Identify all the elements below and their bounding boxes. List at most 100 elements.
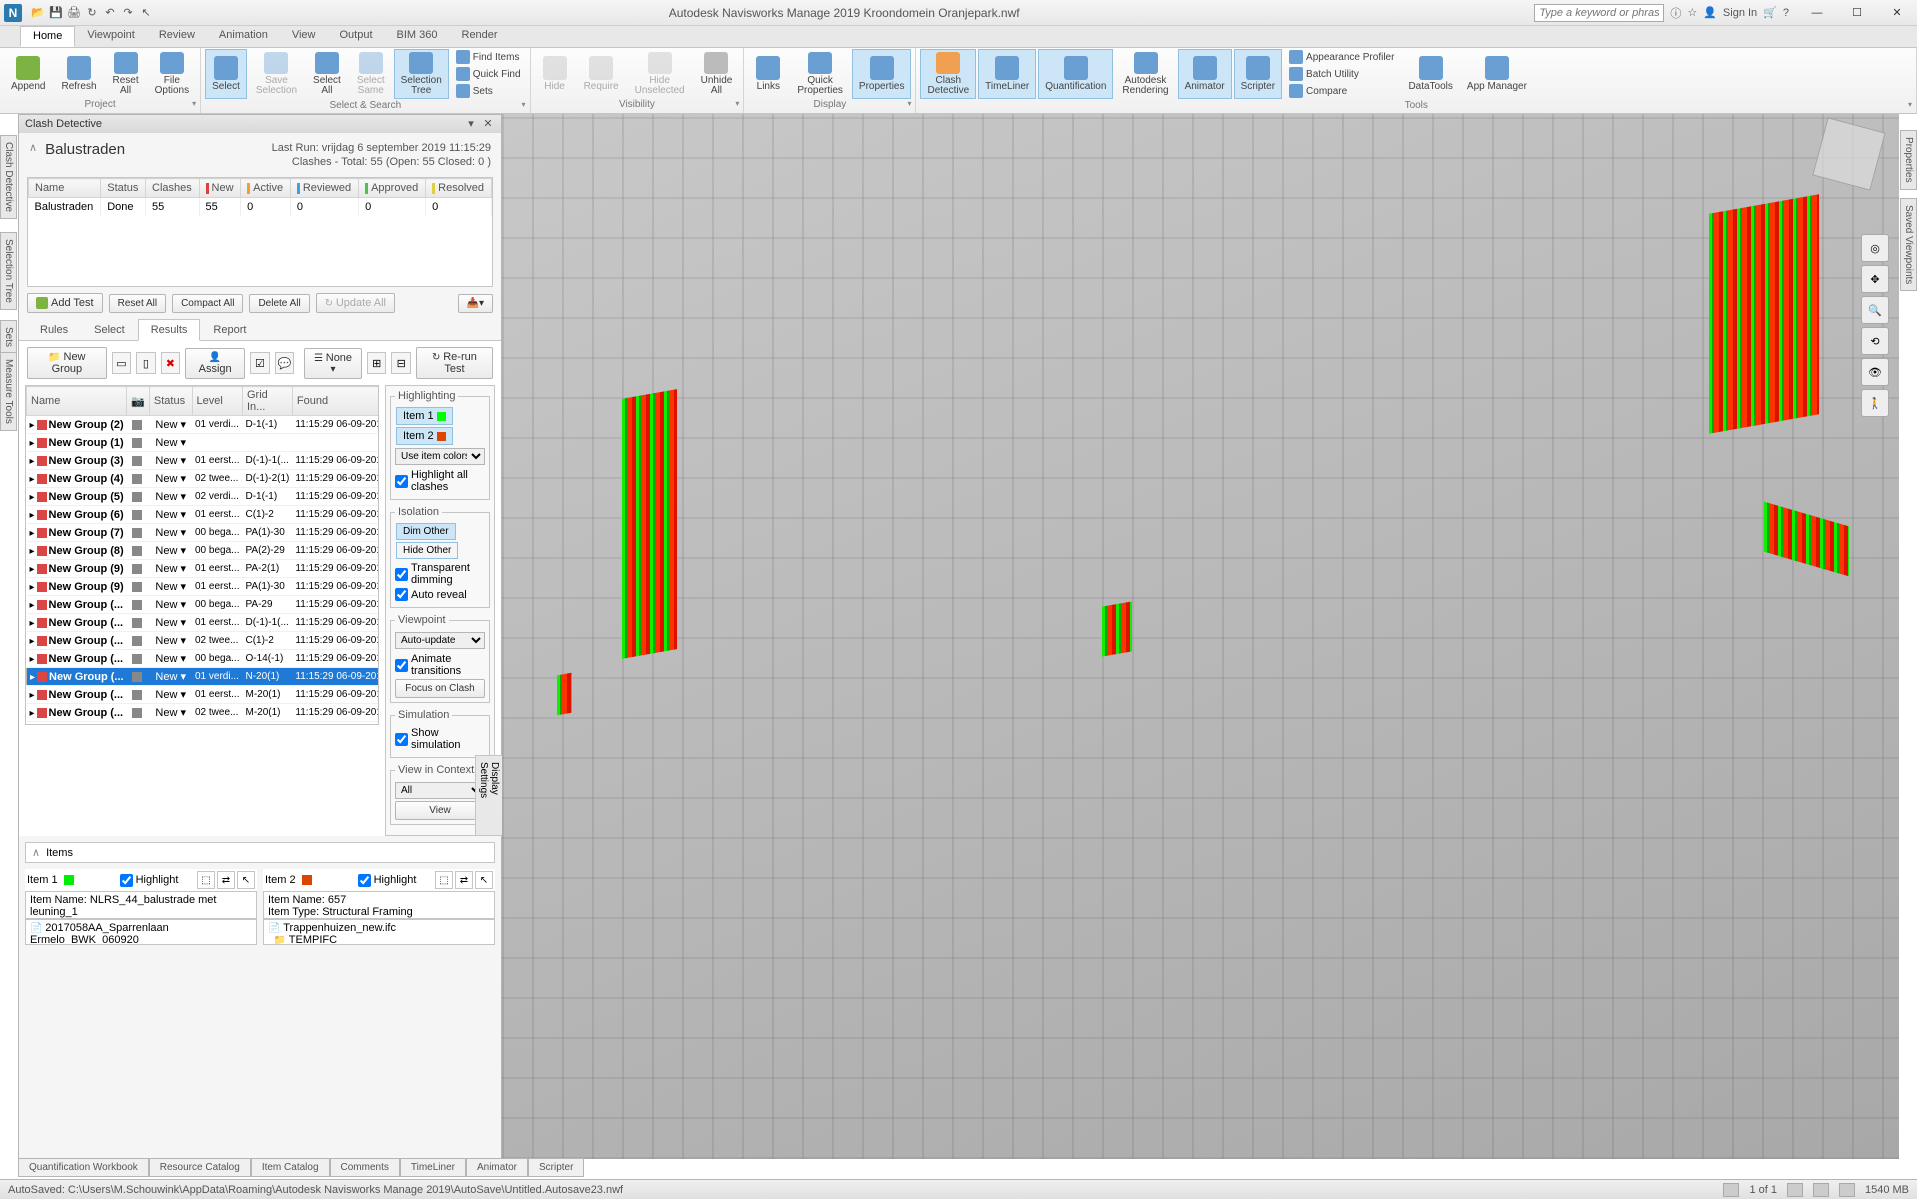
bottom-tab-resource-catalog[interactable]: Resource Catalog: [149, 1158, 251, 1177]
items-header-bar[interactable]: ∧Items: [25, 842, 495, 863]
result-row[interactable]: ▸New Group (1)New ▾: [27, 434, 380, 452]
subtab-rules[interactable]: Rules: [27, 319, 81, 340]
ribbon-unhide-all-button[interactable]: Unhide All: [694, 49, 740, 99]
side-tab-measure-tools[interactable]: Measure Tools: [0, 352, 17, 431]
panel-options-icon[interactable]: ▾: [464, 117, 478, 131]
ribbon-hide-button[interactable]: Hide: [535, 49, 575, 99]
filter-icon[interactable]: ☑: [250, 352, 269, 374]
help-icon[interactable]: ?: [1783, 7, 1789, 19]
result-row[interactable]: ▸New Group (4)New ▾02 twee...D(-1)-2(1)1…: [27, 470, 380, 488]
bottom-tab-item-catalog[interactable]: Item Catalog: [251, 1158, 330, 1177]
ribbon-compare[interactable]: Compare: [1286, 83, 1397, 99]
subtab-report[interactable]: Report: [200, 319, 259, 340]
ribbon-batch-utility[interactable]: Batch Utility: [1286, 66, 1397, 82]
result-row[interactable]: ▸New Group (2)New ▾01 verdi...D-1(-1)11:…: [27, 416, 380, 434]
item2-tree[interactable]: 📄 Trappenhuizen_new.ifc 📁 TEMPIFC: [263, 919, 495, 945]
i1-t1[interactable]: ⬚: [197, 871, 215, 889]
redo-icon[interactable]: ↷: [120, 5, 136, 21]
close-button[interactable]: ✕: [1877, 1, 1917, 25]
result-row[interactable]: ▸New Group (...New ▾02 twee...M-20(1)11:…: [27, 704, 380, 722]
ribbon-scripter-button[interactable]: Scripter: [1234, 49, 1282, 99]
minimize-button[interactable]: —: [1797, 1, 1837, 25]
result-row[interactable]: ▸New Group (...New ▾01 verdi...N-20(1)11…: [27, 668, 380, 686]
ribbon-tab-render[interactable]: Render: [450, 26, 510, 47]
ribbon-select-button[interactable]: Select: [205, 49, 247, 99]
result-row[interactable]: ▸New Group (...New ▾00 bega...O-14(-1)11…: [27, 650, 380, 668]
steering-wheel-icon[interactable]: ◎: [1861, 234, 1889, 262]
memory-icon[interactable]: [1839, 1183, 1855, 1197]
ribbon-select-all-button[interactable]: Select All: [306, 49, 348, 99]
ribbon-animator-button[interactable]: Animator: [1178, 49, 1232, 99]
ribbon-quick-find[interactable]: Quick Find: [453, 66, 524, 82]
maximize-button[interactable]: ☐: [1837, 1, 1877, 25]
transparent-dimming-checkbox[interactable]: [395, 568, 408, 581]
result-row[interactable]: ▸New Group (...New ▾02 twee...C(1)-211:1…: [27, 632, 380, 650]
compact-all-button[interactable]: Compact All: [172, 294, 243, 313]
ribbon-find-items[interactable]: Find Items: [453, 49, 524, 65]
result-row[interactable]: ▸New Group (...New ▾01 eerst...G-1411:15…: [27, 722, 380, 726]
animate-transitions-checkbox[interactable]: [395, 659, 408, 672]
ribbon-refresh-button[interactable]: Refresh: [54, 49, 103, 99]
item1-tree[interactable]: 📄 2017058AA_Sparrenlaan Ermelo_BWK_06092…: [25, 919, 257, 945]
side-tab-selection-tree[interactable]: Selection Tree: [0, 232, 17, 310]
ribbon-autodesk-rendering-button[interactable]: Autodesk Rendering: [1115, 49, 1175, 99]
side-tab-properties[interactable]: Properties: [1900, 130, 1917, 190]
info-icon[interactable]: ⓘ: [1670, 5, 1681, 21]
orbit-icon[interactable]: ⟲: [1861, 327, 1889, 355]
dim-other-button[interactable]: Dim Other: [396, 523, 456, 540]
focus-on-clash-button[interactable]: Focus on Clash: [395, 679, 485, 698]
i2-t2[interactable]: ⇄: [455, 871, 473, 889]
i2-t3[interactable]: ↖: [475, 871, 493, 889]
ribbon-app-manager-button[interactable]: App Manager: [1460, 49, 1534, 99]
add-test-button[interactable]: Add Test: [27, 293, 103, 313]
result-row[interactable]: ▸New Group (7)New ▾00 bega...PA(1)-3011:…: [27, 524, 380, 542]
new-group-button[interactable]: 📁 New Group: [27, 347, 107, 379]
result-row[interactable]: ▸New Group (...New ▾01 eerst...D(-1)-1(.…: [27, 614, 380, 632]
cart-icon[interactable]: 🛒: [1763, 6, 1777, 19]
auto-reveal-checkbox[interactable]: [395, 588, 408, 601]
viewpoint-mode-select[interactable]: Auto-update: [395, 632, 485, 649]
open-icon[interactable]: 📂: [30, 5, 46, 21]
panel-close-icon[interactable]: ✕: [481, 117, 495, 131]
delete-all-button[interactable]: Delete All: [249, 294, 309, 313]
subtab-results[interactable]: Results: [138, 319, 201, 341]
rerun-test-button[interactable]: ↻ Re-run Test: [416, 347, 493, 379]
use-item-colors-select[interactable]: Use item colors: [395, 448, 485, 465]
result-row[interactable]: ▸New Group (...New ▾00 bega...PA-2911:15…: [27, 596, 380, 614]
ribbon-tab-review[interactable]: Review: [147, 26, 207, 47]
highlight-all-checkbox[interactable]: [395, 475, 408, 488]
ribbon-tab-bim-360[interactable]: BIM 360: [385, 26, 450, 47]
display-settings-tab[interactable]: Display Settings: [475, 755, 503, 836]
i2-t1[interactable]: ⬚: [435, 871, 453, 889]
comment-icon[interactable]: 💬: [275, 352, 294, 374]
ribbon-datatools-button[interactable]: DataTools: [1401, 49, 1459, 99]
ribbon-tab-viewpoint[interactable]: Viewpoint: [75, 26, 147, 47]
ribbon-reset-all-button[interactable]: Reset All: [106, 49, 146, 99]
save-icon[interactable]: 💾: [48, 5, 64, 21]
bottom-tab-scripter[interactable]: Scripter: [528, 1158, 584, 1177]
side-tab-clash-detective[interactable]: Clash Detective: [0, 135, 17, 219]
side-tab-saved-viewpoints[interactable]: Saved Viewpoints: [1900, 198, 1917, 291]
i1-t2[interactable]: ⇄: [217, 871, 235, 889]
result-row[interactable]: ▸New Group (6)New ▾01 eerst...C(1)-211:1…: [27, 506, 380, 524]
undo-icon[interactable]: ↶: [102, 5, 118, 21]
tests-grid[interactable]: NameStatusClashesNewActiveReviewedApprov…: [27, 177, 493, 287]
ribbon-quantification-button[interactable]: Quantification: [1038, 49, 1113, 99]
ribbon-quick-properties-button[interactable]: Quick Properties: [790, 49, 850, 99]
ribbon-select-same-button[interactable]: Select Same: [350, 49, 392, 99]
ribbon-hide-unselected-button[interactable]: Hide Unselected: [628, 49, 692, 99]
view-button[interactable]: View: [395, 801, 485, 820]
result-row[interactable]: ▸New Group (5)New ▾02 verdi...D-1(-1)11:…: [27, 488, 380, 506]
ribbon-tab-output[interactable]: Output: [328, 26, 385, 47]
walk-icon[interactable]: 🚶: [1861, 389, 1889, 417]
collapse-icon[interactable]: ∧: [29, 141, 37, 154]
star-icon[interactable]: ☆: [1687, 6, 1697, 19]
result-row[interactable]: ▸New Group (3)New ▾01 eerst...D(-1)-1(..…: [27, 452, 380, 470]
expand-icon[interactable]: ⊞: [367, 352, 386, 374]
explode-icon[interactable]: ✖: [161, 352, 180, 374]
pan-icon[interactable]: ✥: [1861, 265, 1889, 293]
ribbon-clash-detective-button[interactable]: Clash Detective: [920, 49, 976, 99]
show-simulation-checkbox[interactable]: [395, 733, 408, 746]
signin-link[interactable]: Sign In: [1723, 7, 1757, 19]
look-icon[interactable]: 👁: [1861, 358, 1889, 386]
